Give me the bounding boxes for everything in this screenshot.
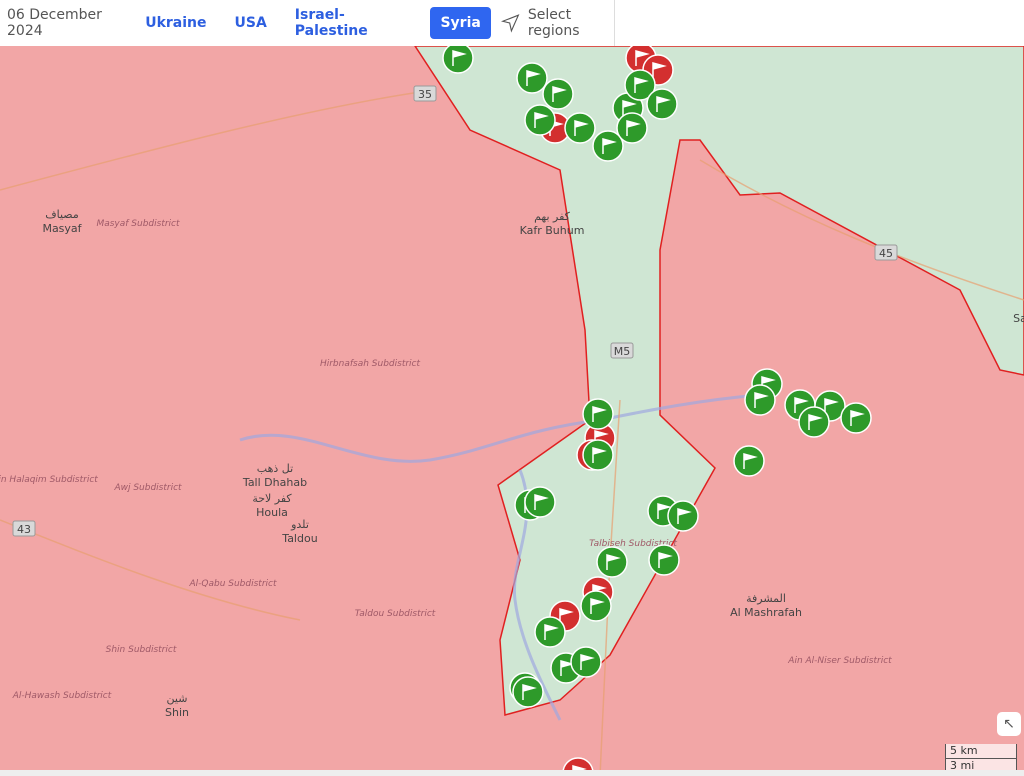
place-label: Taldou xyxy=(281,532,317,545)
subdistrict-label: Shin Subdistrict xyxy=(106,645,177,655)
flag-marker-green[interactable] xyxy=(582,439,614,471)
flag-marker-green[interactable] xyxy=(596,546,628,578)
subdistrict-label: Hirbnafsah Subdistrict xyxy=(320,359,421,369)
map-canvas[interactable]: مصيافMasyaf كفر بهمKafr Buhum تل ذهبTall D… xyxy=(0,46,1024,776)
flag-marker-green[interactable] xyxy=(570,646,602,678)
place-label-ar: كفر لاحة xyxy=(252,492,292,505)
subdistrict-label: Awj Subdistrict xyxy=(113,483,182,493)
tab-ukraine[interactable]: Ukraine xyxy=(145,15,206,31)
flag-marker-green[interactable] xyxy=(512,676,544,708)
flag-marker-green[interactable] xyxy=(524,486,556,518)
top-bar: 06 December 2024 Ukraine USA Israel-Pale… xyxy=(0,0,615,46)
place-label-ar: مصياف xyxy=(45,208,79,221)
flag-marker-green[interactable] xyxy=(616,112,648,144)
date-label: 06 December 2024 xyxy=(7,7,102,39)
place-label: Shin xyxy=(165,706,189,719)
place-label: Al Mashrafah xyxy=(730,606,802,619)
place-label-ar: كفر بهم xyxy=(534,210,571,223)
place-label: Tall Dhahab xyxy=(242,476,307,489)
select-regions-button[interactable]: Select regions xyxy=(500,7,614,39)
place-label: Houla xyxy=(256,506,288,519)
subdistrict-label: Al-Hawash Subdistrict xyxy=(12,691,112,701)
flag-marker-green[interactable] xyxy=(516,62,548,94)
tab-usa[interactable]: USA xyxy=(235,15,267,31)
tab-syria[interactable]: Syria xyxy=(430,7,491,39)
place-label-ar: تل ذهب xyxy=(257,462,293,475)
flag-marker-green[interactable] xyxy=(580,590,612,622)
subdistrict-label: Masyaf Subdistrict xyxy=(96,219,180,229)
place-label-ar: المشرفة xyxy=(746,592,786,605)
flag-marker-green[interactable] xyxy=(667,500,699,532)
flag-marker-green[interactable] xyxy=(524,104,556,136)
subdistrict-label: Taldou Subdistrict xyxy=(355,609,436,619)
flag-marker-green[interactable] xyxy=(646,88,678,120)
subdistrict-label: Al-Qabu Subdistrict xyxy=(188,579,276,589)
subdistrict-label: Ain Halaqim Subdistrict xyxy=(0,475,98,485)
flag-marker-green[interactable] xyxy=(733,445,765,477)
tab-israel-palestine[interactable]: Israel-Palestine xyxy=(295,7,403,39)
scale-km: 5 km xyxy=(945,744,1017,759)
place-label: Sa xyxy=(1013,312,1024,325)
flag-marker-green[interactable] xyxy=(648,544,680,576)
flag-marker-green[interactable] xyxy=(582,398,614,430)
place-label: Masyaf xyxy=(42,222,82,235)
road-label: 35 xyxy=(418,88,432,101)
arrow-up-left-icon: ↖ xyxy=(1003,716,1015,732)
flag-marker-green[interactable] xyxy=(840,402,872,434)
road-label: M5 xyxy=(614,345,631,358)
place-label-ar: تلدو xyxy=(290,518,309,531)
road-label: 45 xyxy=(879,247,893,260)
subdistrict-label: Ain Al-Niser Subdistrict xyxy=(787,656,892,666)
flag-marker-green[interactable] xyxy=(442,46,474,74)
flag-marker-green[interactable] xyxy=(534,616,566,648)
flag-marker-green[interactable] xyxy=(798,406,830,438)
navigation-arrow-icon xyxy=(500,14,520,33)
select-regions-label: Select regions xyxy=(527,7,580,39)
place-label: Kafr Buhum xyxy=(520,224,585,237)
flag-marker-green[interactable] xyxy=(542,78,574,110)
reset-view-button[interactable]: ↖ xyxy=(997,712,1021,736)
road-label: 43 xyxy=(17,523,31,536)
flag-marker-green[interactable] xyxy=(564,112,596,144)
bottom-strip xyxy=(0,770,1024,776)
flag-marker-green[interactable] xyxy=(744,384,776,416)
place-label-ar: شين xyxy=(167,692,188,705)
